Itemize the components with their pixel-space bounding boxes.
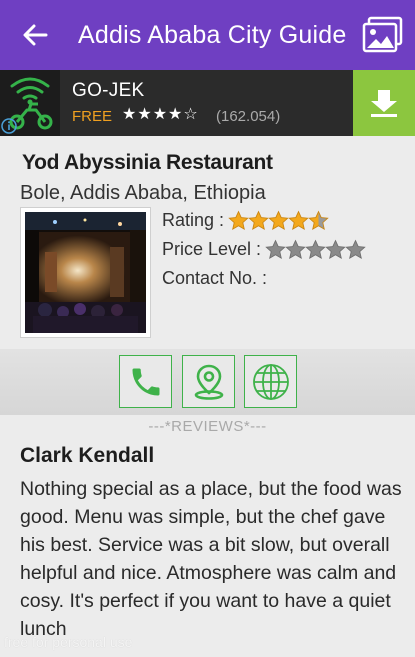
website-button[interactable]	[244, 355, 297, 408]
place-photo[interactable]	[20, 207, 151, 338]
contact-row: Contact No. :	[162, 268, 271, 289]
download-icon	[371, 90, 397, 117]
price-star-1	[265, 239, 286, 259]
image-gallery-icon	[362, 16, 403, 53]
reviews-header: ---*REVIEWS*---	[148, 418, 267, 435]
gallery-button[interactable]	[357, 9, 409, 61]
ad-banner[interactable]: GO-JEK FREE ★★★★☆ (162.054)	[0, 70, 415, 136]
place-address: Bole, Addis Ababa, Ethiopia	[20, 182, 266, 204]
price-star-5	[345, 239, 366, 259]
price-star-2	[285, 239, 306, 259]
back-button[interactable]	[0, 0, 70, 70]
watermark: free for personal use	[4, 634, 133, 650]
rating-star-2	[248, 210, 269, 230]
place-name: Yod Abyssinia Restaurant	[22, 151, 273, 174]
rating-star-1	[228, 210, 249, 230]
app-bar: Addis Ababa City Guide	[0, 0, 415, 70]
rating-label: Rating :	[162, 210, 225, 230]
action-bar	[0, 349, 415, 415]
ad-app-name: GO-JEK	[72, 80, 145, 101]
ad-download-button[interactable]	[353, 70, 415, 136]
rating-stars	[228, 210, 329, 231]
price-level-stars	[265, 239, 366, 260]
rating-row: Rating :	[162, 210, 329, 231]
price-star-4	[325, 239, 346, 259]
ad-price: FREE	[72, 108, 113, 125]
map-button[interactable]	[182, 355, 235, 408]
contact-label: Contact No. :	[162, 268, 268, 288]
rating-star-5	[308, 210, 329, 230]
review-text: Nothing special as a place, but the food…	[20, 478, 402, 640]
rating-star-3	[268, 210, 289, 230]
ad-rating-stars: ★★★★☆	[122, 106, 199, 123]
review-author: Clark Kendall	[20, 444, 155, 467]
globe-icon	[252, 363, 289, 400]
ad-info-icon[interactable]	[1, 118, 17, 134]
price-level-row: Price Level :	[162, 239, 366, 260]
rating-star-4	[288, 210, 309, 230]
call-button[interactable]	[119, 355, 172, 408]
ad-rating-count: (162.054)	[216, 108, 281, 125]
arrow-left-icon	[23, 24, 48, 46]
restaurant-photo	[25, 212, 146, 333]
map-pin-icon	[194, 364, 223, 400]
price-level-label: Price Level :	[162, 239, 262, 259]
price-star-3	[305, 239, 326, 259]
phone-icon	[132, 368, 159, 395]
app-title: Addis Ababa City Guide	[78, 20, 347, 49]
